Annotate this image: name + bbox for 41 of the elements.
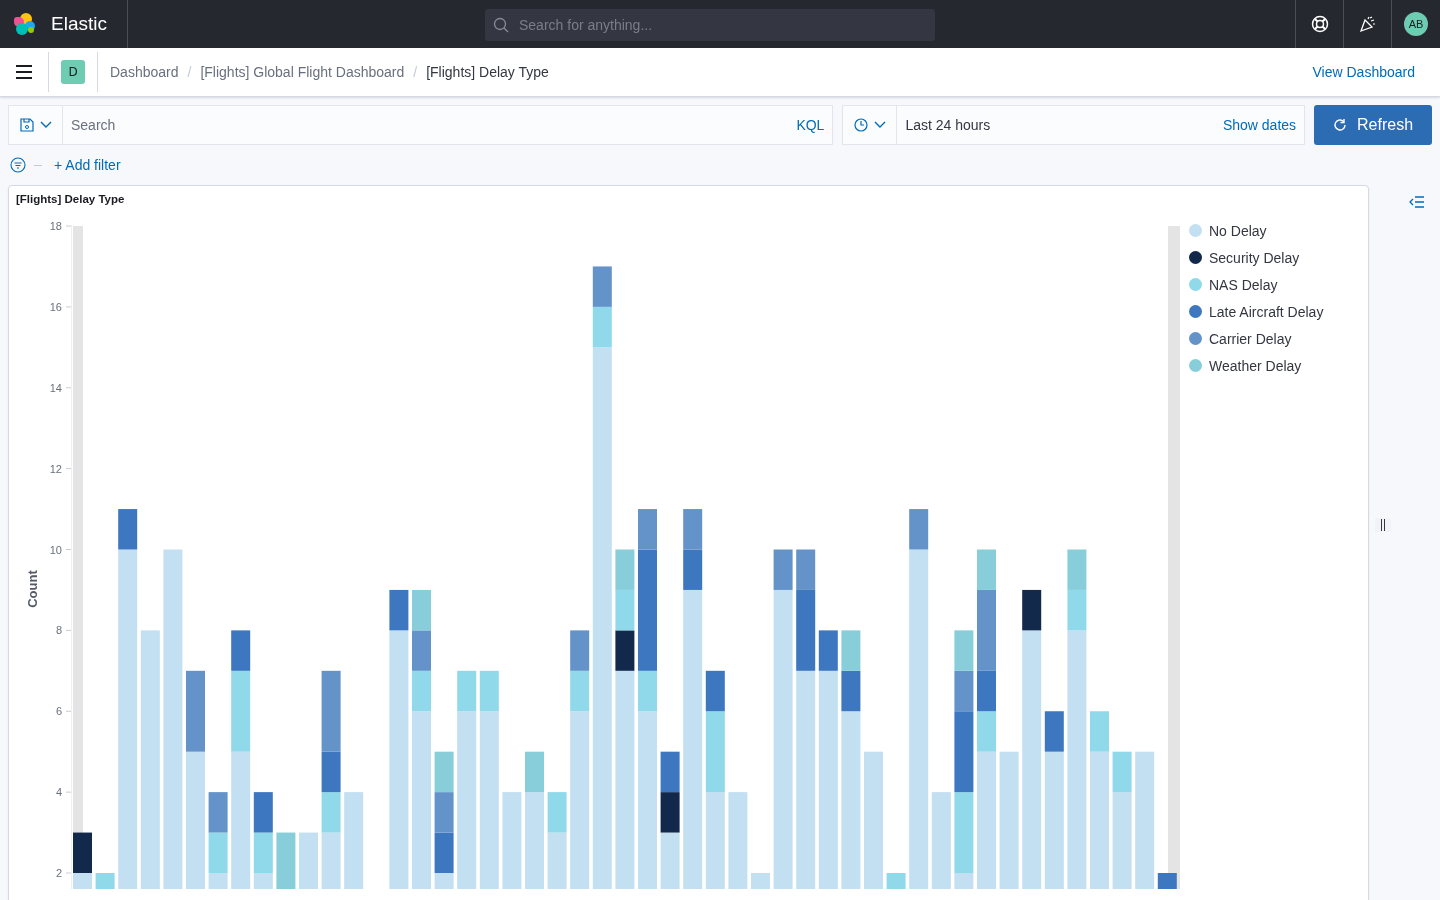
query-field[interactable]: Search KQL (8, 105, 834, 145)
legend-item[interactable]: Carrier Delay (1189, 325, 1324, 352)
breadcrumb-link[interactable]: Dashboard (110, 64, 179, 80)
legend-label: Carrier Delay (1209, 330, 1292, 347)
legend-item[interactable]: NAS Delay (1189, 271, 1324, 298)
legend-label: Weather Delay (1209, 357, 1302, 374)
legend-item[interactable]: Weather Delay (1189, 352, 1324, 379)
y-tick-label: 8 (55, 624, 62, 637)
app-title: Elastic (51, 13, 107, 35)
view-dashboard-link[interactable]: View Dashboard (1312, 64, 1415, 80)
legend-item[interactable]: Late Aircraft Delay (1189, 298, 1324, 325)
y-axis-title: Count (25, 570, 40, 608)
breadcrumb-separator: / (187, 64, 192, 80)
legend-label: Security Delay (1209, 249, 1300, 266)
add-filter-button[interactable]: + Add filter (50, 157, 125, 173)
y-tick-label: 4 (55, 786, 62, 799)
time-range-text: Last 24 hours (904, 117, 992, 133)
search-field[interactable]: Search for anything... (485, 9, 935, 41)
breadcrumb-separator: / (413, 64, 418, 80)
y-tick-label: 2 (55, 867, 62, 879)
show-dates-button[interactable]: Show dates (1214, 117, 1305, 133)
refresh-button[interactable]: Refresh (1314, 105, 1432, 145)
legend-label: Late Aircraft Delay (1209, 303, 1324, 320)
y-tick-label: 18 (49, 220, 62, 232)
y-tick-label: 14 (49, 381, 62, 394)
legend-label: NAS Delay (1209, 276, 1278, 293)
breadcrumb-link[interactable]: [Flights] Delay Type (426, 64, 549, 80)
space-badge[interactable]: D (61, 60, 85, 84)
search-input[interactable]: Search for anything... (517, 16, 921, 34)
y-tick-label: 6 (55, 705, 62, 718)
y-tick-label: 12 (49, 462, 62, 475)
legend-label: No Delay (1209, 222, 1267, 239)
breadcrumb-link[interactable]: [Flights] Global Flight Dashboard (200, 64, 405, 80)
legend-item[interactable]: Security Delay (1189, 244, 1324, 271)
legend-item[interactable]: No Delay (1189, 217, 1324, 244)
panel-title: [Flights] Delay Type (15, 192, 126, 207)
language-switch-button[interactable]: KQL (788, 117, 833, 133)
y-tick-label: 10 (49, 543, 62, 556)
avatar: AB (1404, 12, 1428, 36)
y-tick-label: 16 (49, 300, 62, 313)
query-input[interactable]: Search (63, 116, 789, 134)
